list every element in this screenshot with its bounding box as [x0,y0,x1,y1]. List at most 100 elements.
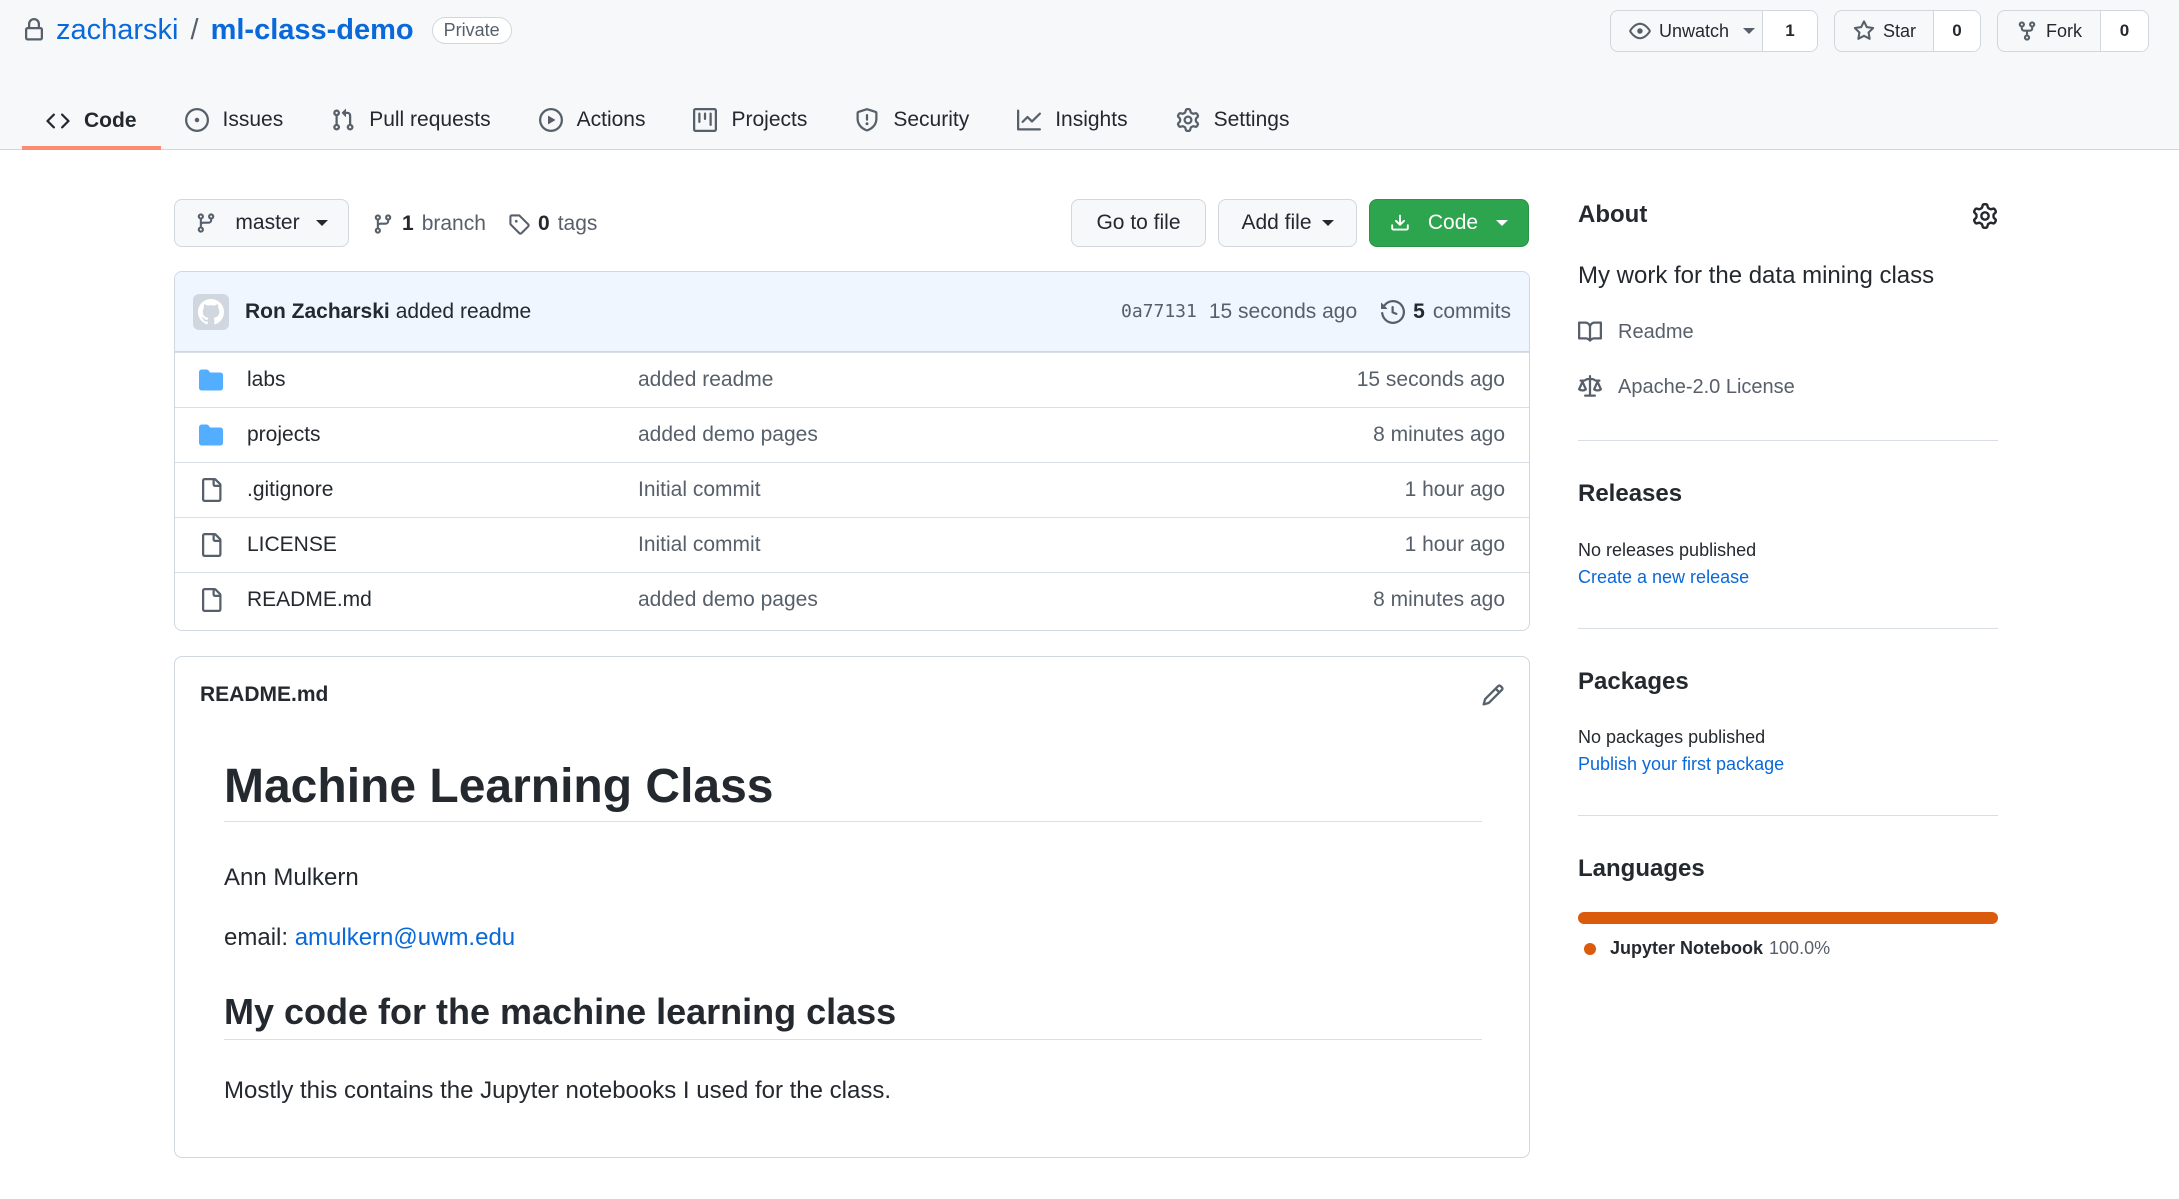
readme-email-label: email: [224,924,295,951]
list-item[interactable]: LICENSE Initial commit 1 hour ago [175,517,1529,572]
file-list: Ron Zacharski added readme 0a77131 15 se… [174,271,1530,631]
pull-request-icon [331,108,355,132]
add-file-label: Add file [1241,211,1312,234]
file-name[interactable]: LICENSE [247,533,337,557]
fork-icon [2016,20,2038,42]
go-to-file-button[interactable]: Go to file [1071,199,1206,247]
watch-button-group: Unwatch 1 [1610,10,1818,52]
language-item[interactable]: Jupyter Notebook 100.0% [1584,938,1830,959]
sidebar-divider [1578,440,1998,441]
languages-title: Languages [1578,855,1705,882]
file-commit-message[interactable]: added demo pages [638,423,818,447]
pencil-icon[interactable] [1481,683,1505,707]
tag-count: 0 [538,212,550,235]
play-icon [538,108,563,132]
file-commit-message[interactable]: Initial commit [638,533,761,557]
add-file-button[interactable]: Add file [1218,199,1357,247]
releases-status: No releases published [1578,540,1757,560]
shield-icon [855,108,879,132]
packages-heading[interactable]: Packages [1578,668,1689,696]
repo-title: zacharski / ml-class-demo Private [22,12,512,48]
tab-security[interactable]: Security [831,92,993,148]
branch-select-button[interactable]: master [174,199,349,247]
commit-message[interactable]: added readme [396,300,531,324]
readme-paragraph: Mostly this contains the Jupyter noteboo… [224,1077,892,1104]
tags-link[interactable]: 0 tags [508,209,597,239]
repo-owner-link[interactable]: zacharski [56,14,179,47]
list-item[interactable]: README.md added demo pages 8 minutes ago [175,572,1529,627]
lock-icon [22,17,46,43]
language-color-dot [1584,942,1596,955]
branch-count: 1 [402,212,414,235]
code-download-button[interactable]: Code [1369,199,1529,247]
gear-icon[interactable] [1972,203,1998,229]
readme-panel: README.md Machine Learning Class Ann Mul… [174,656,1530,1158]
releases-heading[interactable]: Releases [1578,480,1682,508]
readme-link[interactable]: Readme [1578,320,1694,344]
tab-settings[interactable]: Settings [1152,92,1314,148]
watch-button[interactable]: Unwatch [1611,11,1763,51]
branch-icon [195,212,217,234]
project-icon [693,108,718,132]
list-item[interactable]: labs added readme 15 seconds ago [175,352,1529,407]
tab-label: Actions [576,108,646,131]
star-button[interactable]: Star [1835,11,1934,51]
readme-email-line: email: amulkern@uwm.edu [224,924,515,952]
star-button-group: Star 0 [1834,10,1981,52]
tab-pull-requests[interactable]: Pull requests [307,92,514,148]
list-item[interactable]: .gitignore Initial commit 1 hour ago [175,462,1529,517]
file-commit-message[interactable]: added readme [638,368,773,392]
file-name[interactable]: projects [247,423,321,447]
tab-actions[interactable]: Actions [515,92,670,148]
commit-sha[interactable]: 0a77131 [1121,301,1197,322]
branches-link[interactable]: 1 branch [372,209,486,239]
file-age: 8 minutes ago [1373,588,1505,611]
file-name[interactable]: README.md [247,588,372,612]
language-name: Jupyter Notebook [1610,938,1764,958]
commit-label: commits [1432,299,1511,323]
eye-icon [1629,20,1651,42]
file-name[interactable]: labs [247,368,286,392]
commit-author[interactable]: Ron Zacharski [245,300,390,324]
packages-status: No packages published [1578,727,1766,747]
file-icon [199,533,223,557]
fork-button[interactable]: Fork [1998,11,2101,51]
repo-name-link[interactable]: ml-class-demo [211,14,414,47]
file-icon [199,478,223,502]
tab-label: Pull requests [369,108,491,131]
tab-projects[interactable]: Projects [669,92,831,148]
branch-icon [372,213,394,235]
branch-label: branch [421,212,486,235]
readme-filename[interactable]: README.md [200,683,328,707]
file-commit-message[interactable]: added demo pages [638,588,818,612]
license-link[interactable]: Apache-2.0 License [1578,375,1795,399]
language-bar [1578,912,1998,924]
watch-count[interactable]: 1 [1763,11,1817,51]
commits-link[interactable]: 5 commits [1381,300,1511,324]
tab-code[interactable]: Code [22,92,161,150]
tab-issues[interactable]: Issues [161,92,308,148]
create-release-link[interactable]: Create a new release [1578,567,1749,588]
star-icon [1853,20,1875,42]
fork-label: Fork [2046,20,2082,41]
avatar[interactable] [193,293,229,330]
readme-link-label: Readme [1618,320,1694,343]
tab-label: Issues [222,108,284,131]
commit-count: 5 [1413,299,1425,323]
list-item[interactable]: projects added demo pages 8 minutes ago [175,407,1529,462]
about-title: About [1578,201,1648,228]
file-age: 8 minutes ago [1373,423,1505,446]
star-count[interactable]: 0 [1934,11,1980,51]
tab-insights[interactable]: Insights [993,92,1151,148]
commit-time: 15 seconds ago [1208,299,1358,323]
tab-label: Projects [731,108,808,131]
chevron-down-icon [315,220,328,226]
about-description: My work for the data mining class [1578,262,1935,289]
file-name[interactable]: .gitignore [247,478,333,502]
tab-label: Settings [1213,108,1290,131]
issue-icon [184,108,209,132]
fork-count[interactable]: 0 [2101,11,2148,51]
publish-package-link[interactable]: Publish your first package [1578,754,1784,775]
readme-email-link[interactable]: amulkern@uwm.edu [295,924,515,951]
file-commit-message[interactable]: Initial commit [638,478,761,502]
